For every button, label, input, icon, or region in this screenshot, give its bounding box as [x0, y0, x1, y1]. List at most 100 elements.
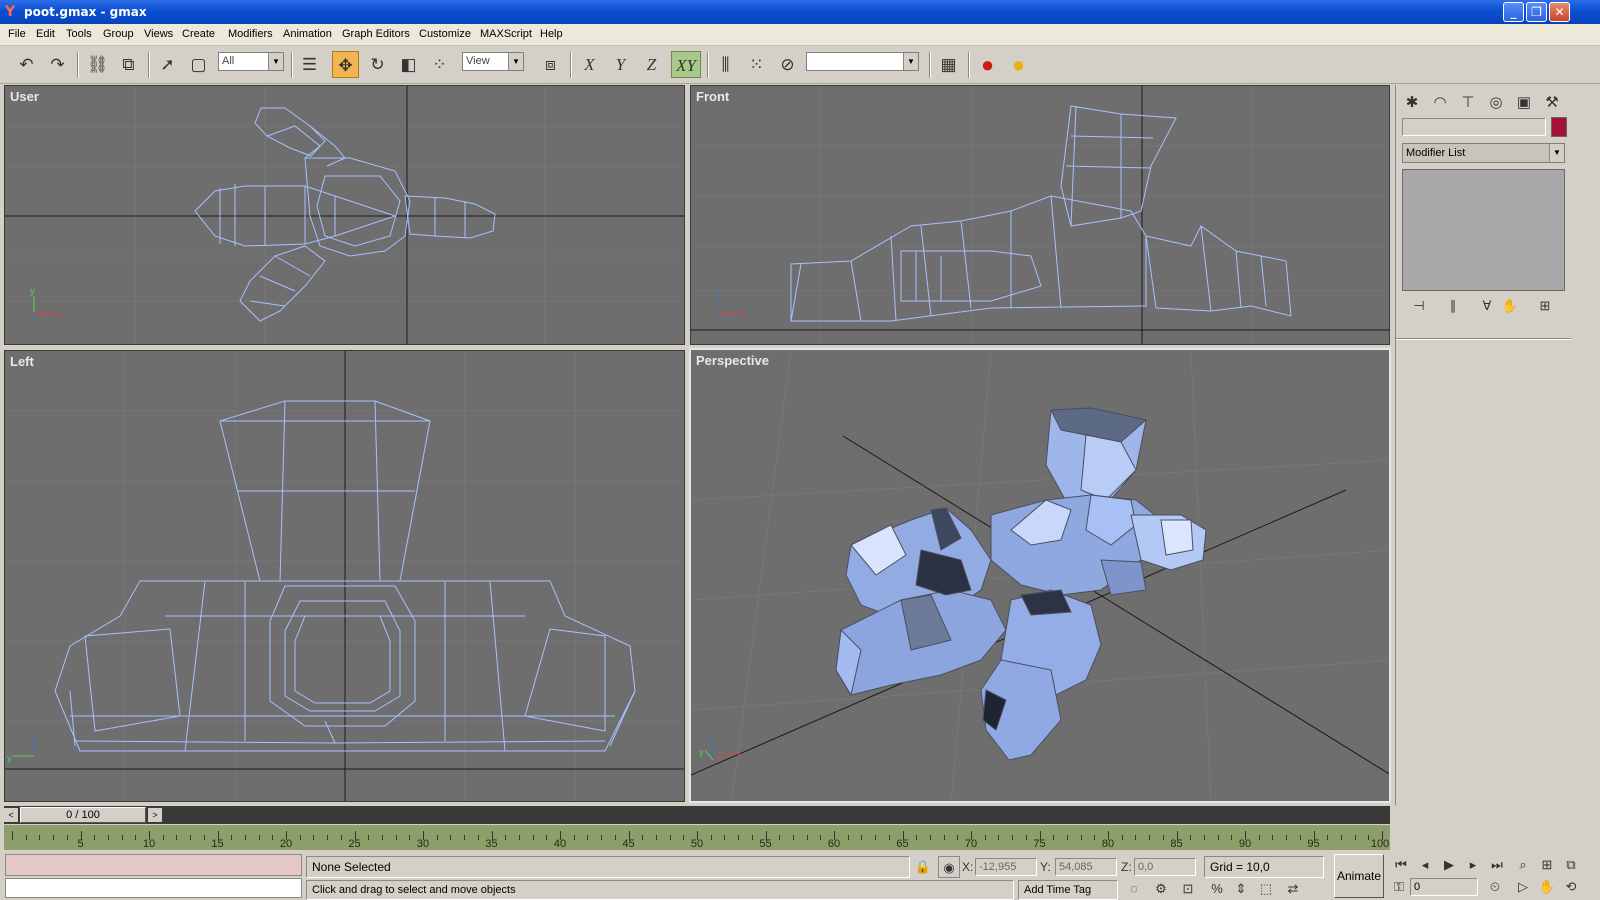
menu-edit[interactable]: Edit	[36, 28, 55, 40]
go-to-end-icon[interactable]: ⏭	[1486, 854, 1508, 876]
field-of-view-icon[interactable]: ▷	[1512, 876, 1534, 898]
align-icon[interactable]: ⊘	[774, 51, 801, 78]
viewport-front[interactable]: z x Front	[690, 85, 1390, 345]
menu-animation[interactable]: Animation	[283, 28, 332, 40]
spinner-snap-icon[interactable]: ⇕	[1230, 878, 1252, 900]
z-coord-field[interactable]: 0,0	[1134, 858, 1196, 876]
viewport-left[interactable]: z y Left	[4, 350, 685, 802]
key-mode-icon[interactable]: ⚿	[1388, 876, 1410, 898]
restrict-x-button[interactable]: X	[576, 51, 603, 78]
use-pivot-center-icon[interactable]: ⧈	[537, 51, 564, 78]
object-name-field[interactable]	[1402, 118, 1546, 136]
absolute-mode-icon[interactable]: ◉	[938, 856, 960, 878]
menu-file[interactable]: File	[8, 28, 26, 40]
previous-frame-icon[interactable]: <	[4, 808, 18, 822]
menu-graph-editors[interactable]: Graph Editors	[342, 28, 410, 40]
quick-render-icon[interactable]: ●	[1005, 51, 1032, 78]
restrict-xy-button[interactable]: XY	[671, 51, 701, 78]
next-frame-button-icon[interactable]: ▸	[1462, 854, 1484, 876]
unlink-icon[interactable]: ⧉	[115, 51, 142, 78]
undo-icon[interactable]: ↶	[13, 51, 40, 78]
x-coord-field[interactable]: -12,955	[975, 858, 1037, 876]
zoom-all-icon[interactable]: ⊞	[1536, 854, 1558, 876]
viewport-perspective[interactable]: z x y Perspective	[689, 348, 1391, 803]
viewport-label-perspective[interactable]: Perspective	[696, 353, 769, 368]
reference-coord-dropdown[interactable]: View ▼	[462, 52, 524, 71]
window-crossing-icon[interactable]: ⬚	[1255, 878, 1277, 900]
viewport-label-user[interactable]: User	[10, 89, 39, 104]
menu-group[interactable]: Group	[103, 28, 134, 40]
time-configuration-icon[interactable]: ⏲	[1484, 876, 1506, 898]
degradation-override-icon[interactable]: ◌	[1123, 878, 1145, 900]
viewport-label-left[interactable]: Left	[10, 354, 34, 369]
maximize-button[interactable]: ❐	[1526, 2, 1547, 22]
snap-toggle-icon[interactable]: ⚙	[1150, 878, 1172, 900]
lock-selection-icon[interactable]: 🔒	[912, 856, 934, 878]
track-bar[interactable]: 5 10 15 20 25 30 35 40 45 50 55 60 65 70 75 80 85 90 95 100	[4, 825, 1390, 850]
move-icon[interactable]: ✥	[332, 51, 359, 78]
menu-modifiers[interactable]: Modifiers	[228, 28, 273, 40]
track-tick	[1272, 835, 1274, 840]
restrict-y-button[interactable]: Y	[607, 51, 634, 78]
restrict-z-button[interactable]: Z	[638, 51, 665, 78]
menu-tools[interactable]: Tools	[66, 28, 92, 40]
maxscript-listener-input[interactable]	[5, 878, 302, 898]
menu-create[interactable]: Create	[182, 28, 215, 40]
zoom-extents-icon[interactable]: ⧉	[1560, 854, 1582, 876]
next-frame-icon[interactable]: >	[148, 808, 162, 822]
object-color-swatch[interactable]	[1551, 117, 1567, 137]
current-frame-field[interactable]: 0	[1410, 878, 1478, 896]
modifier-list-dropdown[interactable]: Modifier List ▼	[1402, 143, 1565, 163]
selection-filter-dropdown[interactable]: All ▼	[218, 52, 284, 71]
percent-snap-icon[interactable]: %	[1206, 878, 1228, 900]
time-slider[interactable]: < 0 / 100 >	[4, 806, 1390, 824]
go-to-start-icon[interactable]: ⏮	[1390, 854, 1412, 876]
menu-views[interactable]: Views	[144, 28, 173, 40]
display-tab-icon[interactable]: ▣	[1512, 91, 1536, 115]
y-coord-field[interactable]: 54,085	[1055, 858, 1117, 876]
play-icon[interactable]: ▶	[1438, 854, 1460, 876]
hierarchy-tab-icon[interactable]: ⊤	[1456, 91, 1480, 115]
rotate-icon[interactable]: ↻	[364, 51, 391, 78]
time-slider-thumb[interactable]: 0 / 100	[20, 807, 146, 823]
close-button[interactable]: ✕	[1549, 2, 1570, 22]
maxscript-listener-output[interactable]	[5, 854, 302, 876]
track-tick-label: 65	[896, 838, 909, 850]
redo-icon[interactable]: ↷	[44, 51, 71, 78]
select-and-link-icon[interactable]: ⛓	[84, 51, 111, 78]
modify-tab-icon[interactable]: ◠	[1428, 91, 1452, 115]
pin-stack-icon[interactable]: ⊣	[1408, 295, 1430, 317]
array-icon[interactable]: ⁙	[743, 51, 770, 78]
motion-tab-icon[interactable]: ◎	[1484, 91, 1508, 115]
remove-modifier-icon[interactable]: ✋	[1499, 295, 1521, 317]
pivot-icon[interactable]: ⁘	[426, 51, 453, 78]
viewport-user[interactable]: y x z User	[4, 85, 685, 345]
configure-modifier-sets-icon[interactable]: ⊞	[1534, 295, 1556, 317]
select-by-name-icon[interactable]: ☰	[296, 51, 323, 78]
menu-help[interactable]: Help	[540, 28, 563, 40]
pan-hand-icon[interactable]: ✋	[1536, 876, 1558, 898]
select-arrow-icon[interactable]: ➚	[154, 51, 181, 78]
menu-maxscript[interactable]: MAXScript	[480, 28, 532, 40]
add-time-tag-button[interactable]: Add Time Tag	[1018, 880, 1118, 900]
minimize-button[interactable]: _	[1503, 2, 1524, 22]
viewport-label-front[interactable]: Front	[696, 89, 729, 104]
utilities-tab-icon[interactable]: ⚒	[1540, 91, 1564, 115]
menu-customize[interactable]: Customize	[419, 28, 471, 40]
arc-rotate-icon[interactable]: ⟲	[1560, 876, 1582, 898]
material-editor-icon[interactable]: ▦	[935, 51, 962, 78]
transform-type-in-icon[interactable]: ⇄	[1282, 878, 1304, 900]
make-unique-icon[interactable]: ∀	[1476, 295, 1498, 317]
angle-snap-icon[interactable]: ⊡	[1177, 878, 1199, 900]
modifier-stack[interactable]	[1402, 169, 1565, 291]
mirror-icon[interactable]: ⫼	[712, 51, 739, 78]
scale-icon[interactable]: ◧	[395, 51, 422, 78]
create-tab-icon[interactable]: ✱	[1400, 91, 1424, 115]
previous-frame-button-icon[interactable]: ◂	[1414, 854, 1436, 876]
animate-toggle-button[interactable]: Animate	[1334, 854, 1384, 898]
render-teapot-icon[interactable]: ●	[974, 51, 1001, 78]
zoom-icon[interactable]: ⌕	[1512, 854, 1534, 876]
show-end-result-icon[interactable]: ∥	[1442, 295, 1464, 317]
named-selection-dropdown[interactable]: ▼	[806, 52, 919, 71]
select-region-icon[interactable]: ▢	[185, 51, 212, 78]
